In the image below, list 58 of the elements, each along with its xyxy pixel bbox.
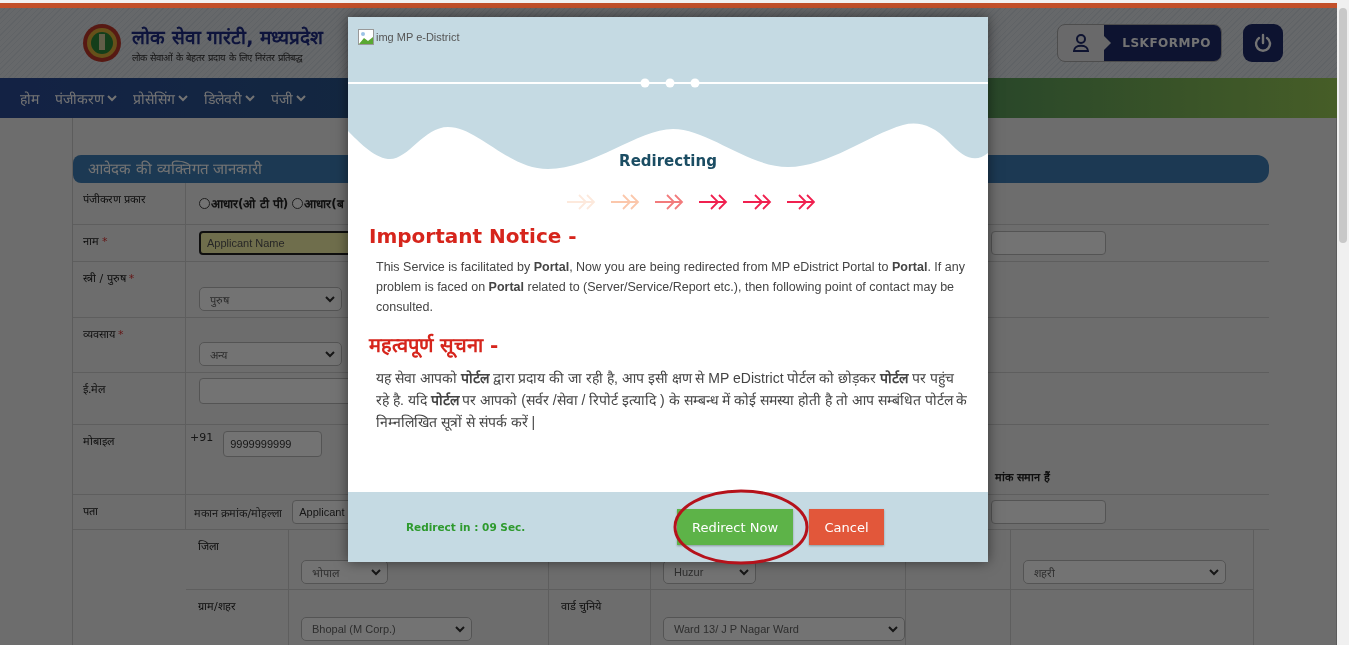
dropdown-field[interactable]: पुरुष <box>199 287 342 311</box>
nav-link[interactable]: डिलेवरी <box>204 88 255 108</box>
chevron-icon <box>888 625 898 633</box>
input-field[interactable] <box>991 231 1106 255</box>
note-text: मांक समान हैं <box>995 470 1050 484</box>
field-label: व्यवसाय <box>83 328 115 341</box>
dropdown-field[interactable]: भोपाल <box>301 560 388 584</box>
chevron-icon <box>325 295 335 303</box>
input-field[interactable]: 9999999999 <box>223 431 323 457</box>
power-button[interactable] <box>1243 24 1283 62</box>
input-field[interactable] <box>991 500 1106 524</box>
field-label: स्त्री / पुरुष <box>83 272 126 285</box>
scrollbar-thumb[interactable] <box>1339 8 1347 243</box>
nav-link[interactable]: होम <box>20 88 39 108</box>
countdown-text: Redirect in : 09 Sec. <box>406 521 527 533</box>
nav-link[interactable]: पंजी <box>271 88 306 108</box>
required-mark: * <box>102 235 108 248</box>
username-label: LSKFORMPO <box>1104 25 1221 61</box>
site-tagline: लोक सेवाओं के बेहतर प्रदाय के लिए निरंतर प्रतिबद्ध <box>132 50 305 64</box>
field-label: पता <box>83 505 98 518</box>
field-label: जिला <box>198 539 220 553</box>
field-label: ग्राम/शहर <box>198 599 237 613</box>
dropdown-field[interactable]: Ward 13/ J P Nagar Ward <box>663 617 905 641</box>
user-icon <box>1072 33 1091 53</box>
nav-link[interactable]: प्रोसेसिंग <box>133 88 188 108</box>
field-label: ई.मेल <box>83 383 106 396</box>
chevron-icon <box>325 350 335 358</box>
redirect-button[interactable]: Redirect Now <box>677 509 793 545</box>
dialog-title: Redirecting <box>619 152 717 172</box>
user-menu[interactable]: LSKFORMPO <box>1057 24 1222 62</box>
chevron-icon <box>455 625 465 633</box>
field-label: +91 <box>190 431 214 444</box>
notice-text: This Service is facilitated by Portal, Now you are being redirected from MP eDistrict Portal to Portal. If any problem is faced on Portal related to (Server/Service/Report etc.), then following point of contact may be consulted. <box>375 259 966 316</box>
required-mark: * <box>118 328 124 341</box>
site-title: लोक सेवा गारंटी, मध्यप्रदेश <box>132 24 324 50</box>
dropdown-field[interactable]: Bhopal (M Corp.) <box>301 617 472 641</box>
field-label: मोबाइल <box>83 435 114 448</box>
dropdown-field[interactable]: शहरी <box>1023 560 1226 584</box>
chevron-icon <box>371 568 381 576</box>
chevron-icon <box>1209 568 1219 576</box>
radio-option[interactable]: आधार(ओ टी पी) <box>199 195 289 212</box>
image-alt-text: img MP e-District <box>376 31 460 43</box>
required-mark: * <box>128 272 135 285</box>
dropdown-field[interactable]: अन्य <box>199 342 342 366</box>
field-label: वार्ड चुनिये <box>561 599 603 613</box>
chevron-icon <box>739 568 749 576</box>
cancel-button[interactable]: Cancel <box>809 509 884 545</box>
field-label: पंजीकरण प्रकार <box>83 193 147 206</box>
field-label: नाम <box>83 235 99 248</box>
radio-option[interactable]: आधार(ब <box>292 195 344 212</box>
nav-link[interactable]: पंजीकरण <box>55 88 117 108</box>
notice-heading: Important Notice - <box>369 224 578 248</box>
broken-image-icon <box>358 29 374 45</box>
notice-heading: महत्वपूर्ण सूचना - <box>369 332 500 358</box>
power-icon <box>1253 33 1273 53</box>
notice-text: यह सेवा आपको पोर्टल द्वारा प्रदाय की जा रही है, आप इसी क्षण से MP eDistrict पोर्टल को छोड़कर पोर्टल पर पहुंच रहे है. यदि पोर्टल पर आपको (सर्वर /सेवा / रिपोर्ट इत्यादि ) के सम्बन्ध में कोई समस्या होती है तो आप सम्बंधित पोर्टल के निम्नलिखित सूत्रों से संपर्क करें | <box>375 369 968 433</box>
field-label: मकान क्रमांक/मोहल्ला <box>194 505 283 520</box>
emblem-logo <box>82 23 122 63</box>
